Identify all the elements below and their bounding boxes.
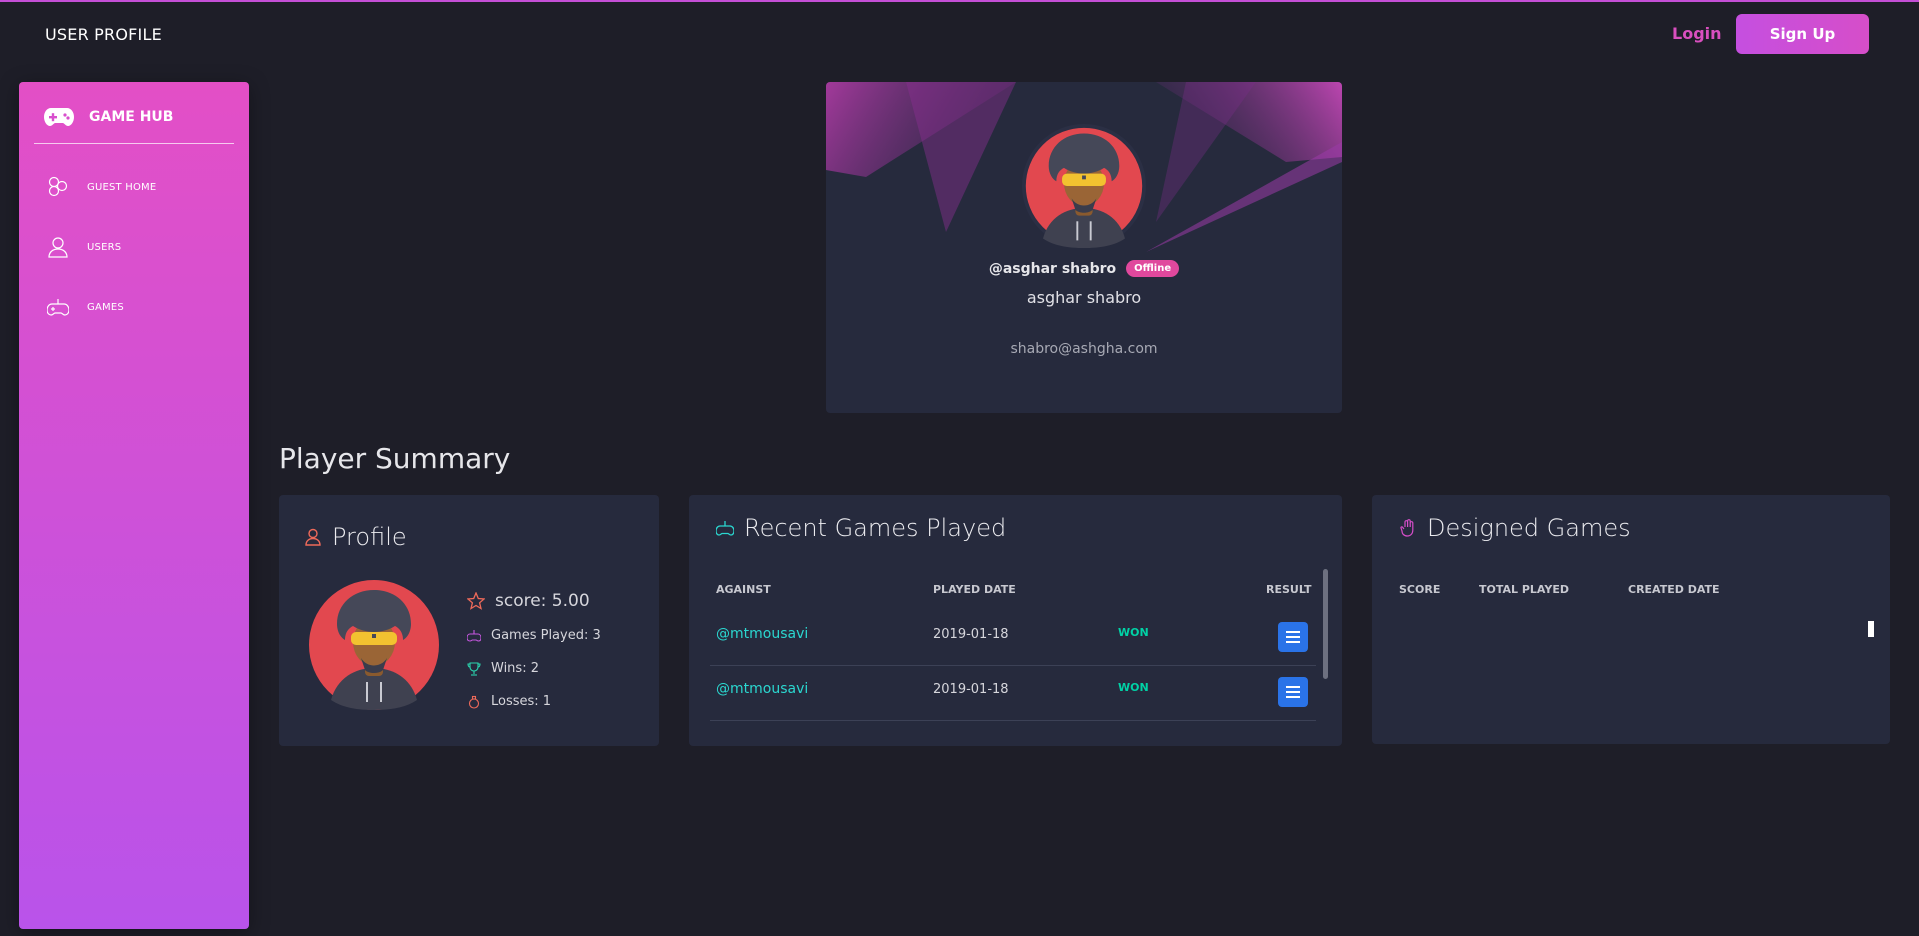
details-button[interactable]: [1278, 677, 1308, 707]
trophy-icon: [467, 661, 481, 676]
losses-label: Losses: 1: [491, 694, 552, 709]
sidebar-item-guest-home[interactable]: GUEST HOME: [47, 176, 156, 198]
sidebar-item-users[interactable]: USERS: [47, 236, 121, 258]
hexagons-icon: [48, 176, 68, 197]
user-icon: [48, 237, 68, 258]
column-header-result: RESULT: [1266, 583, 1312, 596]
result-badge: WON: [1118, 681, 1149, 694]
score-stat: score: 5.00: [467, 591, 590, 611]
email: shabro@ashgha.com: [1010, 341, 1158, 357]
played-date: 2019-01-18: [933, 627, 1009, 642]
section-title: Player Summary: [279, 442, 511, 475]
gamepad-icon: [467, 629, 481, 642]
card-title: Recent Games Played: [744, 514, 1007, 542]
losses-stat: Losses: 1: [467, 694, 551, 709]
column-header-played-date: PLAYED DATE: [933, 583, 1016, 596]
gamepad-icon: [44, 108, 74, 126]
games-played-stat: Games Played: 3: [467, 628, 601, 643]
gamepad-icon: [716, 521, 734, 536]
recent-games-card: Recent Games Played AGAINST PLAYED DATE …: [689, 495, 1342, 746]
top-accent-line: [0, 0, 1919, 2]
avatar: [309, 580, 439, 710]
row-divider: [710, 720, 1316, 721]
details-button[interactable]: [1278, 622, 1308, 652]
full-name: asghar shabro: [1026, 288, 1142, 307]
list-icon: [1286, 686, 1300, 698]
card-title: Profile: [332, 523, 407, 551]
wins-label: Wins: 2: [491, 661, 539, 676]
list-icon: [1286, 631, 1300, 643]
username-handle: @asghar shabro: [988, 260, 1117, 277]
score-label: score: 5.00: [495, 591, 590, 611]
sidebar: GAME HUB GUEST HOME USERS GAMES: [19, 82, 249, 929]
card-heading: Profile: [304, 523, 407, 551]
column-header-total-played: TOTAL PLAYED: [1479, 583, 1569, 596]
status-badge: Offline: [1126, 260, 1180, 277]
profile-header-card: @asghar shabro Offline asghar shabro sha…: [826, 82, 1342, 413]
sidebar-divider: [34, 143, 234, 144]
card-heading: Designed Games: [1399, 514, 1631, 542]
row-divider: [710, 665, 1316, 666]
login-link[interactable]: Login: [1672, 24, 1722, 43]
user-icon: [305, 528, 321, 546]
sidebar-brand[interactable]: GAME HUB: [43, 102, 173, 132]
sidebar-item-label: GUEST HOME: [87, 181, 157, 193]
handle-row: @asghar shabro Offline: [826, 260, 1342, 277]
scroll-indicator[interactable]: [1868, 621, 1874, 637]
sidebar-item-label: USERS: [87, 241, 122, 253]
grenade-icon: [468, 695, 480, 709]
played-date: 2019-01-18: [933, 682, 1009, 697]
column-header-created-date: CREATED DATE: [1628, 583, 1720, 596]
star-icon: [467, 592, 485, 610]
hand-icon: [1400, 519, 1414, 537]
column-header-score: SCORE: [1399, 583, 1441, 596]
sidebar-item-games[interactable]: GAMES: [47, 296, 124, 318]
avatar: [1022, 124, 1146, 248]
wins-stat: Wins: 2: [467, 661, 539, 676]
sidebar-item-label: GAMES: [87, 301, 124, 313]
games-played-label: Games Played: 3: [491, 628, 601, 643]
table-scrollbar[interactable]: [1323, 569, 1328, 679]
designed-games-card: Designed Games SCORE TOTAL PLAYED CREATE…: [1372, 495, 1890, 744]
opponent-link[interactable]: @mtmousavi: [716, 626, 808, 642]
signup-button[interactable]: Sign Up: [1736, 14, 1869, 54]
gamepad-icon: [47, 299, 69, 316]
profile-summary-card: Profile score: 5.00 Games Played: 3 Wins…: [279, 495, 659, 746]
opponent-link[interactable]: @mtmousavi: [716, 681, 808, 697]
column-header-against: AGAINST: [716, 583, 771, 596]
page-title: USER PROFILE: [45, 25, 162, 44]
result-badge: WON: [1118, 626, 1149, 639]
brand-label: GAME HUB: [89, 109, 174, 125]
card-heading: Recent Games Played: [716, 514, 1006, 542]
card-title: Designed Games: [1427, 514, 1631, 542]
